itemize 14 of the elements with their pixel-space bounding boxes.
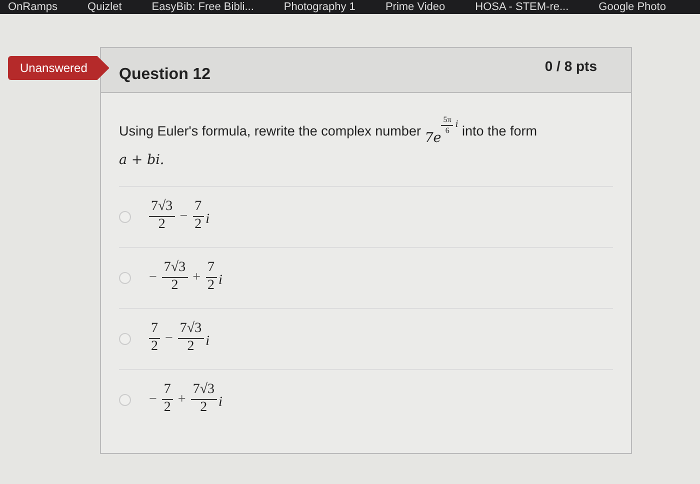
bookmark-link[interactable]: HOSA - STEM-re... — [475, 1, 569, 13]
bookmark-link[interactable]: Quizlet — [88, 1, 122, 13]
bookmark-link[interactable]: OnRamps — [8, 1, 58, 13]
bookmark-link[interactable]: Photography 1 — [284, 1, 356, 13]
bookmark-link[interactable]: EasyBib: Free Bibli... — [152, 1, 254, 13]
radio-button[interactable] — [119, 394, 131, 406]
bookmark-link[interactable]: Prime Video — [385, 1, 446, 13]
points-label: 0 / 8 pts — [544, 58, 597, 76]
bookmark-link[interactable]: Google Photo — [598, 1, 666, 13]
question-title: Question 12 — [119, 66, 211, 80]
radio-button[interactable] — [119, 272, 131, 284]
radio-button[interactable] — [119, 332, 131, 345]
radio-button[interactable] — [119, 210, 131, 223]
status-badge: Unanswered — [8, 56, 110, 80]
